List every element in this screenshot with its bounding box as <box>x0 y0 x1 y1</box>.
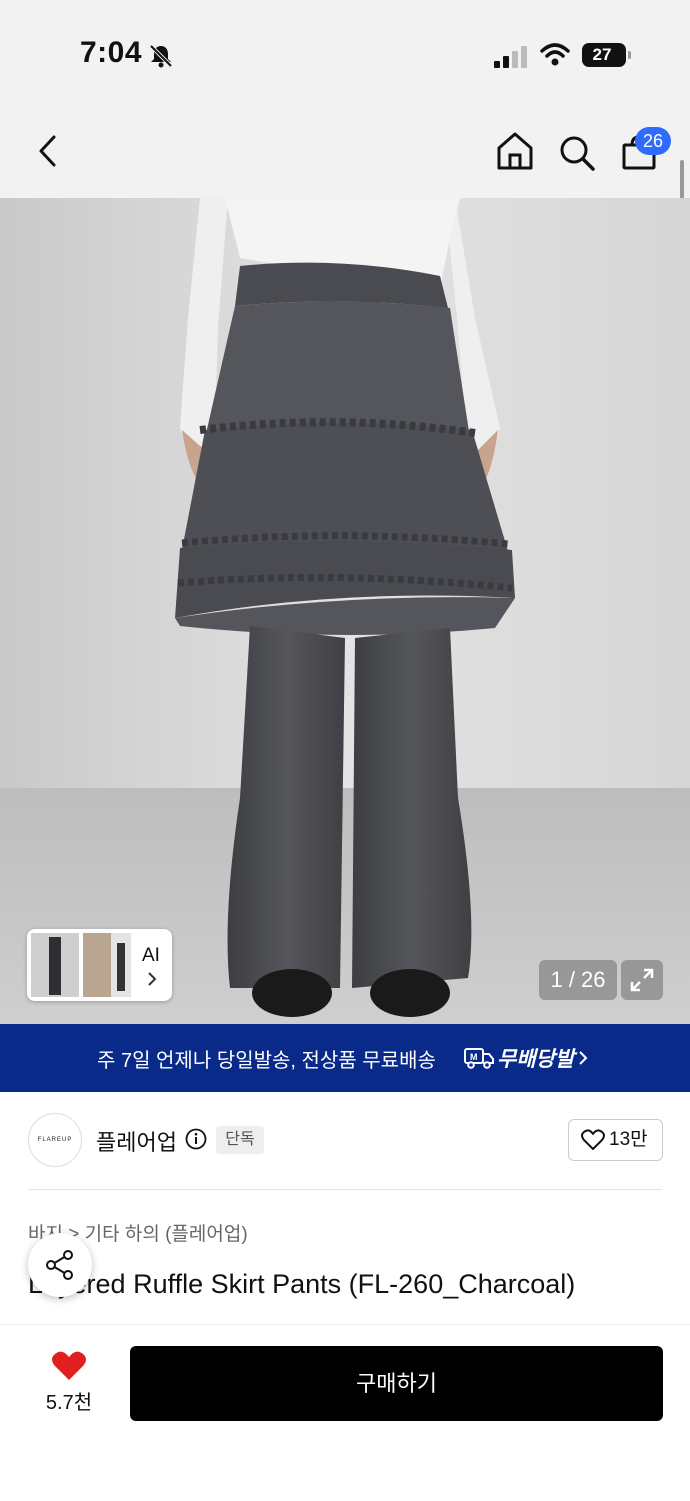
status-time: 7:04 <box>80 36 143 69</box>
home-icon[interactable] <box>496 131 534 171</box>
chevron-right-icon <box>579 1051 588 1065</box>
brand-logo-text: FLAREUP <box>37 1137 73 1143</box>
ai-thumbnail-image <box>31 933 131 997</box>
expand-image-button[interactable] <box>621 960 663 1000</box>
search-icon[interactable] <box>558 134 596 172</box>
cart-count-badge: 26 <box>635 127 671 155</box>
image-page-indicator: 1 / 26 <box>539 960 617 1000</box>
wifi-icon <box>540 43 570 66</box>
battery-tip <box>628 51 631 59</box>
exclusive-badge: 단독 <box>216 1126 264 1154</box>
promo-text: 주 7일 언제나 당일발송, 전상품 무료배송 <box>97 1050 436 1072</box>
heart-filled-icon[interactable] <box>51 1350 87 1382</box>
battery-icon: 27 <box>582 43 626 67</box>
info-icon[interactable] <box>185 1128 207 1150</box>
product-image[interactable] <box>0 198 690 1024</box>
wish-count: 5.7천 <box>45 1392 93 1414</box>
heart-outline-icon <box>581 1129 605 1150</box>
brand-like-count: 13만 <box>609 1129 648 1150</box>
ai-label: AI <box>142 945 160 966</box>
chevron-right-icon <box>148 972 157 986</box>
battery-level: 27 <box>592 45 612 64</box>
brand-like-button[interactable]: 13만 <box>568 1119 663 1161</box>
brand-name[interactable]: 플레어업 <box>96 1125 177 1157</box>
expand-icon <box>630 968 654 992</box>
buy-button[interactable]: 구매하기 <box>130 1346 663 1421</box>
share-button[interactable] <box>28 1233 92 1297</box>
promo-brand-label: 무배당발 <box>497 1048 575 1071</box>
svg-text:M: M <box>470 1052 478 1062</box>
delivery-truck-icon: M <box>464 1048 494 1069</box>
signal-icon <box>494 46 527 68</box>
brand-logo[interactable]: FLAREUP <box>28 1113 82 1167</box>
share-icon <box>46 1250 73 1280</box>
product-title: Layered Ruffle Skirt Pants (FL-260_Charc… <box>28 1269 576 1299</box>
product-photo-illustration <box>0 198 690 1024</box>
divider <box>28 1189 662 1190</box>
bell-off-icon <box>149 44 173 68</box>
back-icon[interactable] <box>36 134 60 168</box>
shipping-promo-banner[interactable]: 주 7일 언제나 당일발송, 전상품 무료배송 M 무배당발 <box>0 1024 690 1092</box>
